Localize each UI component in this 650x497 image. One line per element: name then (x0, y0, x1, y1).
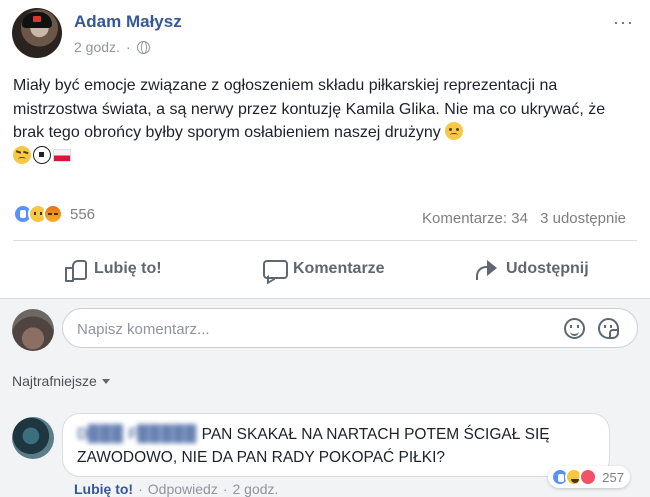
emoji-picker-icon[interactable] (564, 318, 585, 339)
comment-sort-dropdown[interactable]: Najtrafniejsze (12, 373, 110, 389)
comment-bubble-icon (263, 258, 288, 280)
shares-count[interactable]: 3 udostępnie (540, 210, 626, 227)
separator: · (138, 481, 143, 497)
share-arrow-icon (476, 258, 498, 280)
meta-separator: · (125, 39, 131, 55)
angry-reaction-icon (43, 204, 63, 224)
chevron-down-icon (101, 378, 110, 384)
like-label: Lubię to! (94, 260, 162, 277)
comments-count[interactable]: Komentarze: 34 (422, 210, 528, 227)
post-actions: Lubię to! Komentarze Udostępnij (0, 252, 650, 286)
worried-emoji-icon (445, 122, 464, 140)
sticker-icon[interactable] (598, 318, 619, 339)
share-label: Udostępnij (506, 260, 589, 277)
sort-label: Najtrafniejsze (12, 373, 97, 389)
comments-section: Najtrafniejsze D▉▉▉ F▉▉▉▉▉ PAN SKAKAŁ NA… (0, 298, 650, 497)
angry-emoji-icon (13, 145, 31, 164)
comment-reaction-count: 257 (602, 469, 624, 485)
post-card: Adam Małysz 2 godz. · ··· Miały być emoc… (0, 0, 650, 298)
comment-input[interactable] (77, 318, 547, 340)
comment-bubble: D▉▉▉ F▉▉▉▉▉ PAN SKAKAŁ NA NARTACH POTEM … (62, 413, 610, 477)
comment-reactions[interactable]: 257 (548, 466, 630, 488)
love-reaction-icon (579, 468, 598, 486)
separator: · (222, 481, 228, 497)
comment-reply-link[interactable]: Odpowiedz (148, 481, 218, 497)
post-author[interactable]: Adam Małysz (74, 12, 182, 32)
comment-input-box[interactable] (62, 308, 638, 348)
poland-flag-emoji-icon (53, 148, 71, 162)
globe-icon (136, 40, 150, 54)
post-body: Miały być emocje związane z ogłoszeniem … (13, 74, 638, 168)
comment-like-link[interactable]: Lubię to! (74, 481, 133, 497)
comment-button[interactable]: Komentarze (263, 252, 385, 286)
post-time[interactable]: 2 godz. (74, 39, 120, 55)
share-button[interactable]: Udostępnij (476, 252, 589, 286)
post-text: Miały być emocje związane z ogłoszeniem … (13, 77, 606, 141)
comment-label: Komentarze (293, 260, 385, 277)
divider (13, 240, 637, 241)
post-stats: Komentarze: 34 3 udostępnie (422, 210, 626, 227)
current-user-avatar (12, 309, 54, 351)
comment-author[interactable]: D▉▉▉ F▉▉▉▉▉ (77, 426, 197, 443)
post-reactions[interactable]: 556 (13, 204, 95, 224)
soccer-ball-emoji-icon (33, 145, 51, 164)
post-meta: 2 godz. · (74, 39, 150, 55)
commenter-avatar[interactable] (12, 417, 54, 459)
thumbs-up-icon (64, 258, 87, 282)
author-avatar[interactable] (12, 8, 62, 58)
more-options-icon[interactable]: ··· (613, 12, 634, 33)
reaction-count: 556 (70, 205, 96, 223)
comment-actions: Lubię to! · Odpowiedz · 2 godz. (74, 481, 278, 497)
comment-time[interactable]: 2 godz. (233, 481, 279, 497)
like-button[interactable]: Lubię to! (64, 252, 162, 286)
